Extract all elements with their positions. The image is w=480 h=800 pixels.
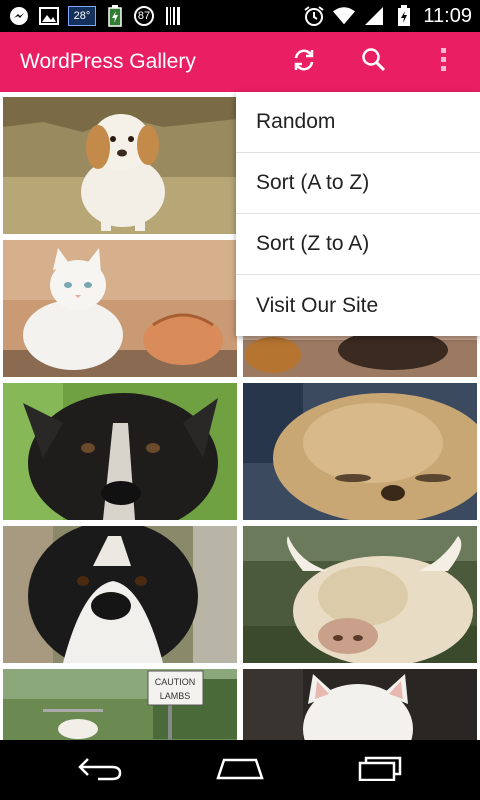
system-icons: 11:09	[303, 4, 472, 28]
status-bar: 28° 87 11:09	[0, 0, 480, 32]
cellular-signal-icon	[363, 5, 385, 27]
barcode-icon	[162, 5, 184, 27]
messenger-icon	[8, 5, 30, 27]
back-button[interactable]	[70, 750, 130, 790]
search-icon	[361, 47, 387, 78]
gallery-tile-collie-face[interactable]	[3, 526, 237, 663]
circle-badge: 87	[134, 6, 154, 26]
battery-icon	[393, 5, 415, 27]
sign-text-lambs: LAMBS	[160, 691, 191, 701]
recents-button[interactable]	[350, 750, 410, 790]
image-icon	[38, 5, 60, 27]
border-collie-image	[3, 383, 237, 520]
gallery-tile-puppy[interactable]	[3, 97, 237, 234]
white-cat-image	[3, 240, 237, 377]
recents-icon	[358, 755, 402, 786]
more-vert-icon	[440, 47, 448, 78]
gallery-tile-lamb-sign[interactable]: CAUTION LAMBS	[3, 669, 237, 740]
alarm-icon	[303, 5, 325, 27]
gallery-tile-border-collie[interactable]	[3, 383, 237, 520]
back-icon	[78, 755, 122, 786]
home-icon	[216, 756, 264, 785]
menu-item-sort-a-to-z[interactable]: Sort (A to Z)	[236, 153, 480, 214]
app-title: WordPress Gallery	[20, 50, 196, 73]
menu-item-random[interactable]: Random	[236, 92, 480, 153]
refresh-button[interactable]	[284, 42, 324, 82]
menu-item-sort-z-to-a[interactable]: Sort (Z to A)	[236, 214, 480, 275]
gallery-tile-white-cat[interactable]	[3, 240, 237, 377]
highland-cow-image	[243, 526, 477, 663]
overflow-menu-button[interactable]	[424, 42, 464, 82]
home-button[interactable]	[210, 750, 270, 790]
notification-icons: 28° 87	[8, 4, 184, 28]
collie-face-image	[3, 526, 237, 663]
gallery-tile-white-cat-2[interactable]	[243, 669, 477, 740]
clock: 11:09	[423, 4, 472, 27]
search-button[interactable]	[354, 42, 394, 82]
gallery-tile-fluffy-dog[interactable]	[243, 383, 477, 520]
app-bar: WordPress Gallery	[0, 32, 480, 92]
wifi-icon	[333, 5, 356, 27]
battery-saver-icon	[104, 5, 126, 27]
fluffy-dog-image	[243, 383, 477, 520]
refresh-icon	[290, 46, 318, 79]
white-cat-2-image	[243, 669, 477, 740]
sign-text-caution: CAUTION	[155, 677, 196, 687]
weather-badge: 28°	[68, 6, 96, 26]
lamb-sign-image: CAUTION LAMBS	[3, 669, 237, 740]
overflow-menu: Random Sort (A to Z) Sort (Z to A) Visit…	[236, 92, 480, 336]
gallery-tile-highland-cow[interactable]	[243, 526, 477, 663]
puppy-image	[3, 97, 237, 234]
navigation-bar	[0, 740, 480, 800]
menu-item-visit-our-site[interactable]: Visit Our Site	[236, 275, 480, 336]
